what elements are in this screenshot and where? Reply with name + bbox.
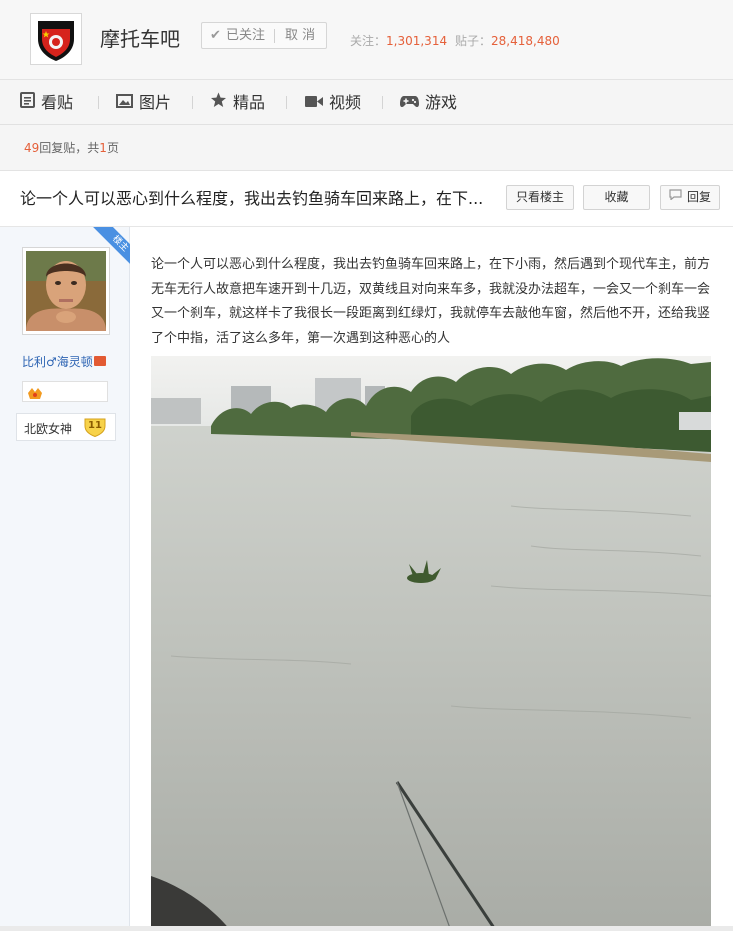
- favorite-button[interactable]: 收藏: [583, 185, 650, 210]
- page-count: 1: [99, 141, 107, 155]
- page-count-suffix: 页: [106, 141, 119, 155]
- river-fishing-photo: [151, 356, 711, 931]
- nav-label: 视频: [329, 93, 362, 112]
- reply-summary-bar: 49回复贴，共1页: [0, 125, 733, 171]
- posts-stat: 贴子：28,418,480: [455, 33, 560, 49]
- reply-count-suffix: 回复贴，共: [39, 141, 100, 155]
- document-icon: [20, 80, 35, 125]
- nav-label: 看贴: [41, 93, 74, 112]
- level-shield-icon: 11: [84, 417, 106, 438]
- author-username[interactable]: 比利♂海灵顿: [22, 353, 106, 370]
- image-icon: [116, 80, 133, 125]
- level-name: 北欧女神: [24, 422, 73, 436]
- follow-stat: 关注：1,301,314: [350, 33, 447, 49]
- video-camera-icon: [305, 80, 323, 125]
- followed-label: 已关注: [226, 28, 266, 43]
- checkmark-icon: ✔: [210, 28, 221, 43]
- thread-title-bar: 论一个人可以恶心到什么程度，我出去钓鱼骑车回来路上，在下... 只看楼主 收藏 …: [0, 171, 733, 227]
- nav-label: 游戏: [425, 93, 458, 112]
- forum-nav: 看贴 图片 精品 视频 游戏: [0, 80, 733, 125]
- reply-summary: 49回复贴，共1页: [24, 139, 119, 156]
- posts-count: 28,418,480: [491, 34, 560, 48]
- thread-title: 论一个人可以恶心到什么程度，我出去钓鱼骑车回来路上，在下...: [20, 189, 484, 208]
- member-badge[interactable]: [22, 381, 108, 402]
- flame-badge-icon: [93, 356, 106, 366]
- speech-bubble-icon: [669, 185, 682, 208]
- post-body: 论一个人可以恶心到什么程度，我出去钓鱼骑车回来路上，在下小雨，然后遇到个现代车主…: [151, 257, 711, 346]
- op-badge: 楼主: [90, 227, 130, 267]
- forum-name[interactable]: 摩托车吧: [100, 26, 180, 52]
- nav-label: 图片: [139, 93, 172, 112]
- nav-divider: [286, 96, 287, 109]
- nav-item-posts[interactable]: 看贴: [20, 80, 73, 125]
- only-op-button[interactable]: 只看楼主: [506, 185, 574, 210]
- op-badge-label: 楼主: [90, 227, 130, 267]
- forum-header: 摩托车吧 ✔ 已关注 取 消 关注：1,301,314 贴子：28,418,48…: [0, 0, 733, 80]
- follow-stat-label: 关注：: [350, 34, 387, 48]
- reply-count: 49: [24, 141, 40, 155]
- post: 楼主 比利♂海灵顿 北欧女神 11 论一个人可以恶心到什么程度，我出去钓鱼骑车回…: [0, 227, 733, 931]
- nav-label: 精品: [233, 93, 266, 112]
- shield-logo-icon: [32, 15, 80, 63]
- follow-count: 1,301,314: [386, 34, 448, 48]
- nav-item-featured[interactable]: 精品: [210, 80, 265, 125]
- follow-toggle-button[interactable]: ✔ 已关注 取 消: [201, 22, 327, 49]
- author-name[interactable]: 比利♂海灵顿: [22, 355, 93, 369]
- nav-divider: [192, 96, 193, 109]
- member-icon: [27, 385, 43, 404]
- author-column: 楼主 比利♂海灵顿 北欧女神 11: [0, 227, 130, 931]
- nav-item-video[interactable]: 视频: [305, 80, 361, 125]
- unfollow-button[interactable]: 取 消: [285, 23, 315, 48]
- nav-item-games[interactable]: 游戏: [400, 80, 457, 125]
- nav-divider: [98, 96, 99, 109]
- forum-logo[interactable]: [30, 13, 82, 65]
- nav-divider: [382, 96, 383, 109]
- level-badge[interactable]: 北欧女神 11: [16, 413, 116, 441]
- divider: [274, 29, 275, 43]
- level-number: 11: [88, 420, 102, 431]
- reply-button[interactable]: 回复: [660, 185, 720, 210]
- posts-stat-label: 贴子：: [455, 34, 492, 48]
- gamepad-icon: [400, 80, 419, 125]
- post-image[interactable]: [151, 356, 711, 931]
- star-icon: [210, 80, 227, 125]
- reply-button-label: 回复: [686, 190, 711, 204]
- nav-item-images[interactable]: 图片: [116, 80, 171, 125]
- page-bottom-border: [0, 926, 733, 931]
